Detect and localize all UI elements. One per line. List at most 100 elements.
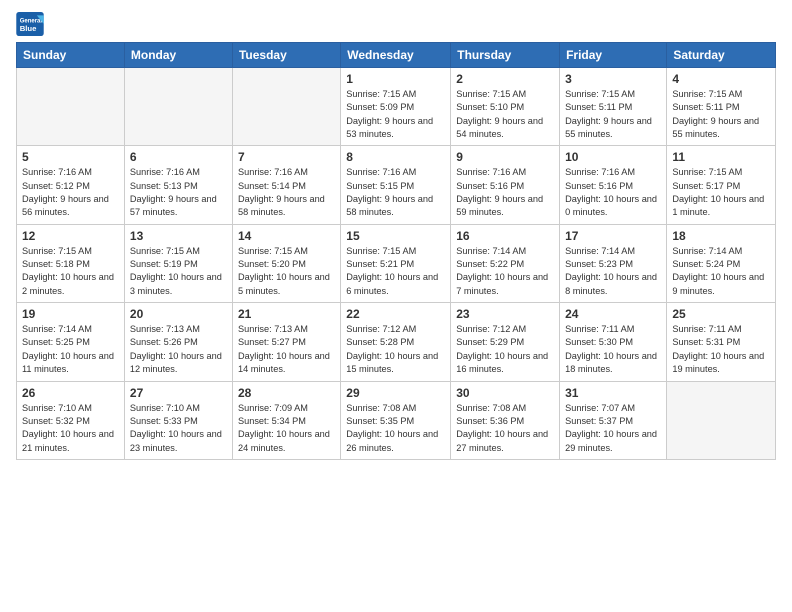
calendar-cell: 16 Sunrise: 7:14 AMSunset: 5:22 PMDayligh… [451,224,560,302]
calendar-cell: 3Sunrise: 7:15 AMSunset: 5:11 PMDaylight… [560,68,667,146]
calendar-cell: 21 Sunrise: 7:13 AMSunset: 5:27 PMDayligh… [232,303,340,381]
day-header-sunday: Sunday [17,43,125,68]
day-header-thursday: Thursday [451,43,560,68]
day-number: 29 [346,386,445,400]
day-info: Sunrise: 7:10 AMSunset: 5:32 PMDaylight:… [22,402,119,455]
day-info: Sunrise: 7:16 AMSunset: 5:16 PMDaylight:… [565,166,661,219]
calendar-cell: 29 Sunrise: 7:08 AMSunset: 5:35 PMDayligh… [341,381,451,459]
day-number: 8 [346,150,445,164]
day-info: Sunrise: 7:15 AMSunset: 5:09 PMDaylight:… [346,88,445,141]
day-number: 20 [130,307,227,321]
day-info: Sunrise: 7:15 AMSunset: 5:18 PMDaylight:… [22,245,119,298]
calendar-cell: 25 Sunrise: 7:11 AMSunset: 5:31 PMDayligh… [667,303,776,381]
day-info: Sunrise: 7:16 AMSunset: 5:12 PMDaylight:… [22,166,119,219]
calendar-cell: 28 Sunrise: 7:09 AMSunset: 5:34 PMDayligh… [232,381,340,459]
day-info: Sunrise: 7:08 AMSunset: 5:35 PMDaylight:… [346,402,445,455]
day-number: 2 [456,72,554,86]
day-info: Sunrise: 7:15 AMSunset: 5:17 PMDaylight:… [672,166,770,219]
day-info: Sunrise: 7:15 AMSunset: 5:20 PMDaylight:… [238,245,335,298]
day-number: 15 [346,229,445,243]
svg-text:Blue: Blue [20,24,37,33]
day-number: 9 [456,150,554,164]
calendar-cell: 19Sunrise: 7:14 AMSunset: 5:25 PMDayligh… [17,303,125,381]
page-container: General Blue SundayMondayTuesdayWednesda… [0,0,792,468]
day-info: Sunrise: 7:16 AMSunset: 5:15 PMDaylight:… [346,166,445,219]
logo-icon: General Blue [16,12,44,36]
calendar-cell: 7 Sunrise: 7:16 AMSunset: 5:14 PMDaylight… [232,146,340,224]
day-number: 11 [672,150,770,164]
calendar-cell: 18Sunrise: 7:14 AMSunset: 5:24 PMDayligh… [667,224,776,302]
calendar-cell: 17 Sunrise: 7:14 AMSunset: 5:23 PMDayligh… [560,224,667,302]
day-number: 6 [130,150,227,164]
day-info: Sunrise: 7:14 AMSunset: 5:24 PMDaylight:… [672,245,770,298]
day-number: 12 [22,229,119,243]
calendar-cell [17,68,125,146]
day-number: 23 [456,307,554,321]
day-info: Sunrise: 7:14 AMSunset: 5:22 PMDaylight:… [456,245,554,298]
calendar-cell: 1 Sunrise: 7:15 AMSunset: 5:09 PMDaylight… [341,68,451,146]
header: General Blue [16,12,776,36]
day-number: 3 [565,72,661,86]
day-number: 27 [130,386,227,400]
calendar-cell [232,68,340,146]
calendar-cell: 6 Sunrise: 7:16 AMSunset: 5:13 PMDaylight… [124,146,232,224]
day-header-tuesday: Tuesday [232,43,340,68]
day-number: 25 [672,307,770,321]
calendar-cell: 30 Sunrise: 7:08 AMSunset: 5:36 PMDayligh… [451,381,560,459]
day-header-monday: Monday [124,43,232,68]
day-number: 7 [238,150,335,164]
day-info: Sunrise: 7:08 AMSunset: 5:36 PMDaylight:… [456,402,554,455]
calendar-cell: 9 Sunrise: 7:16 AMSunset: 5:16 PMDaylight… [451,146,560,224]
day-info: Sunrise: 7:15 AMSunset: 5:21 PMDaylight:… [346,245,445,298]
day-info: Sunrise: 7:10 AMSunset: 5:33 PMDaylight:… [130,402,227,455]
calendar-cell: 24Sunrise: 7:11 AMSunset: 5:30 PMDayligh… [560,303,667,381]
day-header-saturday: Saturday [667,43,776,68]
calendar-table: SundayMondayTuesdayWednesdayThursdayFrid… [16,42,776,460]
day-number: 21 [238,307,335,321]
day-info: Sunrise: 7:16 AMSunset: 5:14 PMDaylight:… [238,166,335,219]
day-number: 13 [130,229,227,243]
day-number: 26 [22,386,119,400]
day-info: Sunrise: 7:13 AMSunset: 5:27 PMDaylight:… [238,323,335,376]
calendar-cell: 2 Sunrise: 7:15 AMSunset: 5:10 PMDaylight… [451,68,560,146]
day-info: Sunrise: 7:12 AMSunset: 5:28 PMDaylight:… [346,323,445,376]
day-info: Sunrise: 7:14 AMSunset: 5:25 PMDaylight:… [22,323,119,376]
calendar-cell: 14 Sunrise: 7:15 AMSunset: 5:20 PMDayligh… [232,224,340,302]
day-info: Sunrise: 7:16 AMSunset: 5:16 PMDaylight:… [456,166,554,219]
day-number: 14 [238,229,335,243]
day-info: Sunrise: 7:15 AMSunset: 5:10 PMDaylight:… [456,88,554,141]
day-info: Sunrise: 7:09 AMSunset: 5:34 PMDaylight:… [238,402,335,455]
calendar-cell: 10 Sunrise: 7:16 AMSunset: 5:16 PMDayligh… [560,146,667,224]
day-info: Sunrise: 7:15 AMSunset: 5:19 PMDaylight:… [130,245,227,298]
day-number: 5 [22,150,119,164]
day-info: Sunrise: 7:11 AMSunset: 5:31 PMDaylight:… [672,323,770,376]
day-info: Sunrise: 7:16 AMSunset: 5:13 PMDaylight:… [130,166,227,219]
calendar-week-5: 26 Sunrise: 7:10 AMSunset: 5:32 PMDayligh… [17,381,776,459]
calendar-cell: 4 Sunrise: 7:15 AMSunset: 5:11 PMDaylight… [667,68,776,146]
day-info: Sunrise: 7:07 AMSunset: 5:37 PMDaylight:… [565,402,661,455]
day-number: 31 [565,386,661,400]
day-number: 28 [238,386,335,400]
calendar-cell: 31 Sunrise: 7:07 AMSunset: 5:37 PMDayligh… [560,381,667,459]
day-number: 1 [346,72,445,86]
calendar-cell: 13 Sunrise: 7:15 AMSunset: 5:19 PMDayligh… [124,224,232,302]
day-number: 4 [672,72,770,86]
day-info: Sunrise: 7:14 AMSunset: 5:23 PMDaylight:… [565,245,661,298]
calendar-cell: 26 Sunrise: 7:10 AMSunset: 5:32 PMDayligh… [17,381,125,459]
day-number: 17 [565,229,661,243]
day-info: Sunrise: 7:12 AMSunset: 5:29 PMDaylight:… [456,323,554,376]
day-number: 10 [565,150,661,164]
day-number: 30 [456,386,554,400]
calendar-cell [124,68,232,146]
day-info: Sunrise: 7:15 AMSunset: 5:11 PMDaylight:… [672,88,770,141]
calendar-cell: 5 Sunrise: 7:16 AMSunset: 5:12 PMDaylight… [17,146,125,224]
day-number: 16 [456,229,554,243]
calendar-cell [667,381,776,459]
day-info: Sunrise: 7:13 AMSunset: 5:26 PMDaylight:… [130,323,227,376]
day-header-wednesday: Wednesday [341,43,451,68]
calendar-cell: 20 Sunrise: 7:13 AMSunset: 5:26 PMDayligh… [124,303,232,381]
calendar-cell: 27 Sunrise: 7:10 AMSunset: 5:33 PMDayligh… [124,381,232,459]
day-number: 24 [565,307,661,321]
calendar-cell: 23 Sunrise: 7:12 AMSunset: 5:29 PMDayligh… [451,303,560,381]
calendar-week-1: 1 Sunrise: 7:15 AMSunset: 5:09 PMDaylight… [17,68,776,146]
